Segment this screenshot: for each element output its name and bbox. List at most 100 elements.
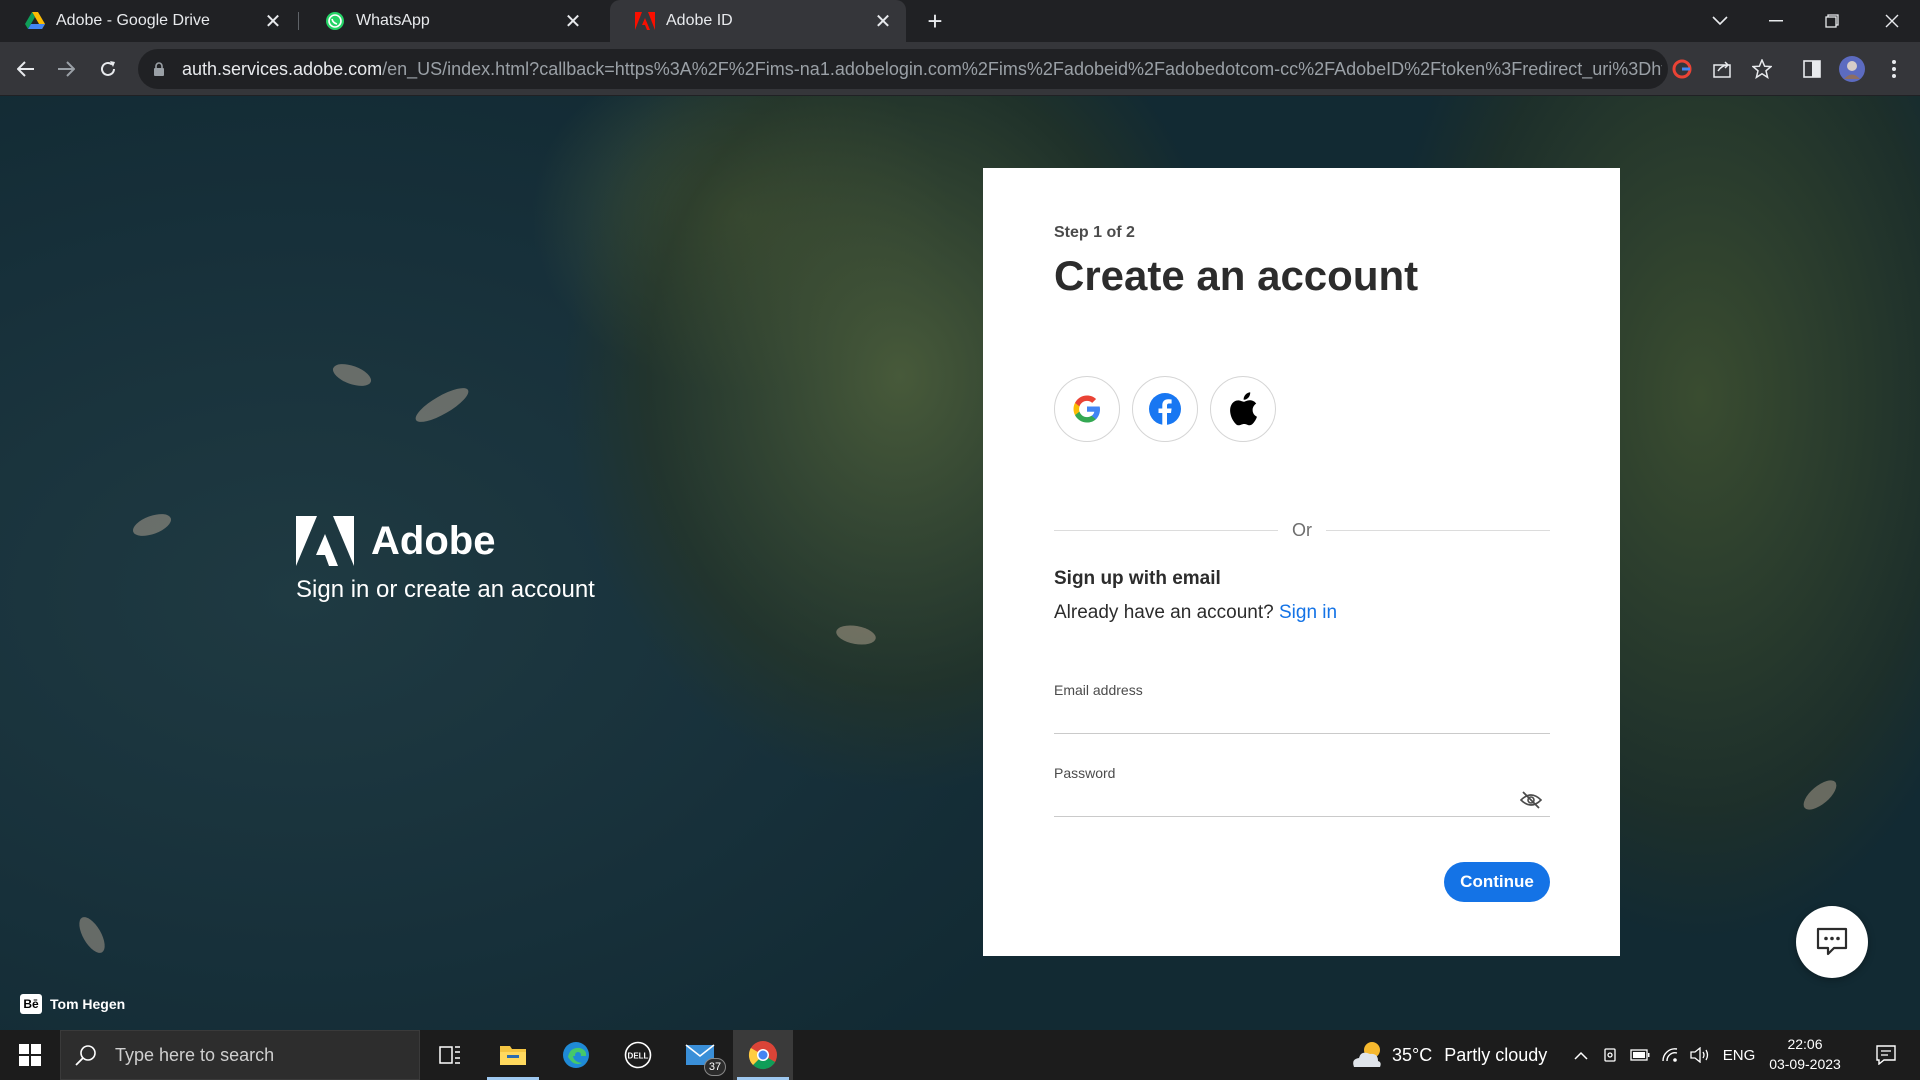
step-indicator: Step 1 of 2: [1054, 224, 1135, 241]
email-label: Email address: [1054, 682, 1143, 698]
minimize-button[interactable]: [1748, 0, 1804, 42]
clock-time: 22:06: [1787, 1036, 1823, 1052]
tab-search-icon[interactable]: [1692, 0, 1748, 42]
start-button[interactable]: [0, 1030, 60, 1080]
chrome-icon: [748, 1041, 777, 1070]
windows-taskbar: Type here to search DELL 37 35°C Partly …: [0, 1030, 1920, 1080]
brand-tagline: Sign in or create an account: [296, 576, 595, 603]
tab-whatsapp[interactable]: WhatsApp ✕: [300, 0, 596, 42]
facebook-icon: [1149, 393, 1181, 426]
close-icon[interactable]: ✕: [872, 10, 894, 33]
meet-now-button[interactable]: [1598, 1030, 1624, 1080]
page-title: Create an account: [1054, 252, 1419, 299]
profile-avatar[interactable]: [1836, 53, 1868, 85]
weather-temp: 35°C: [1392, 1044, 1433, 1065]
search-icon: [75, 1044, 103, 1066]
password-label: Password: [1054, 765, 1116, 781]
bookmark-star-icon[interactable]: [1746, 53, 1778, 85]
email-field[interactable]: [1054, 700, 1550, 734]
windows-icon: [19, 1044, 41, 1066]
continue-button[interactable]: Continue: [1444, 862, 1550, 902]
swimmer-image: [834, 622, 878, 648]
menu-kebab-icon[interactable]: [1878, 53, 1910, 85]
edge-icon: [563, 1042, 589, 1068]
close-icon[interactable]: ✕: [562, 10, 584, 33]
battery-icon: [1630, 1049, 1650, 1061]
forward-button[interactable]: [50, 53, 82, 85]
apple-signin-button[interactable]: [1210, 376, 1276, 442]
clock-date: 03-09-2023: [1769, 1056, 1841, 1072]
back-button[interactable]: [10, 53, 42, 85]
whatsapp-icon: [324, 10, 346, 32]
browser-toolbar: auth.services.adobe.com/en_US/index.html…: [0, 42, 1920, 96]
have-account-label: Already have an account?: [1054, 602, 1274, 623]
adobe-brand: Adobe Sign in or create an account: [296, 516, 696, 604]
taskbar-search[interactable]: Type here to search: [60, 1030, 420, 1080]
task-view-icon: [439, 1046, 460, 1064]
side-panel-icon[interactable]: [1796, 53, 1828, 85]
device-icon: [1604, 1048, 1616, 1062]
notification-icon: [1876, 1045, 1896, 1065]
eye-off-icon[interactable]: [1519, 788, 1543, 812]
signin-link[interactable]: Sign in: [1279, 602, 1337, 623]
volume-button[interactable]: [1686, 1030, 1714, 1080]
reload-button[interactable]: [92, 53, 124, 85]
wifi-icon: [1662, 1048, 1678, 1062]
lock-icon[interactable]: [150, 61, 168, 77]
swimmer-image: [330, 359, 374, 391]
show-hidden-icons-button[interactable]: [1568, 1030, 1594, 1080]
url-path: /en_US/index.html?callback=https%3A%2F%2…: [382, 58, 1662, 79]
photo-credit[interactable]: Bē Tom Hegen: [20, 994, 125, 1014]
or-divider: Or: [1054, 518, 1550, 542]
share-icon[interactable]: [1706, 53, 1738, 85]
signup-email-title: Sign up with email: [1054, 568, 1221, 589]
edge-button[interactable]: [546, 1030, 606, 1080]
mail-button[interactable]: 37: [670, 1030, 730, 1080]
tab-title: WhatsApp: [356, 12, 430, 29]
google-lens-icon[interactable]: [1666, 53, 1698, 85]
google-drive-icon: [24, 10, 46, 32]
address-bar[interactable]: auth.services.adobe.com/en_US/index.html…: [138, 49, 1668, 89]
restore-button[interactable]: [1804, 0, 1860, 42]
chat-help-button[interactable]: [1796, 906, 1868, 978]
credit-name: Tom Hegen: [50, 996, 126, 1012]
tab-strip: Adobe - Google Drive ✕ WhatsApp ✕ Adobe …: [0, 0, 1920, 42]
tab-title: Adobe ID: [666, 12, 733, 29]
signup-card: Step 1 of 2 Create an account Or Sign up…: [983, 168, 1620, 956]
tab-adobe-id[interactable]: Adobe ID ✕: [610, 0, 906, 42]
password-field[interactable]: [1054, 783, 1550, 817]
google-signin-button[interactable]: [1054, 376, 1120, 442]
chrome-button[interactable]: [733, 1030, 793, 1080]
tab-google-drive[interactable]: Adobe - Google Drive ✕: [0, 0, 296, 42]
language-indicator[interactable]: ENG: [1718, 1030, 1760, 1080]
close-window-button[interactable]: [1864, 0, 1920, 42]
dell-icon: DELL: [624, 1041, 652, 1069]
swimmer-image: [411, 382, 473, 428]
notification-center-button[interactable]: [1862, 1030, 1910, 1080]
battery-button[interactable]: [1626, 1030, 1654, 1080]
wifi-button[interactable]: [1656, 1030, 1684, 1080]
page-background: Adobe Sign in or create an account Step …: [0, 96, 1920, 1030]
partly-cloudy-icon: [1353, 1042, 1381, 1067]
search-placeholder: Type here to search: [115, 1044, 275, 1065]
file-explorer-button[interactable]: [483, 1030, 543, 1080]
divider-line: [1054, 529, 1278, 531]
new-tab-button[interactable]: +: [920, 6, 950, 36]
tab-title: Adobe - Google Drive: [56, 12, 210, 29]
dell-button[interactable]: DELL: [608, 1030, 668, 1080]
weather-widget[interactable]: 35°C Partly cloudy: [1350, 1030, 1547, 1080]
facebook-signin-button[interactable]: [1132, 376, 1198, 442]
have-account-text: Already have an account? Sign in: [1054, 602, 1337, 624]
adobe-logo-icon: [296, 516, 354, 566]
apple-icon: [1230, 392, 1257, 426]
svg-text:DELL: DELL: [628, 1052, 649, 1061]
swimmer-image: [1798, 775, 1842, 815]
url-host: auth.services.adobe.com: [182, 58, 383, 79]
task-view-button[interactable]: [420, 1030, 480, 1080]
close-icon[interactable]: ✕: [262, 10, 284, 33]
brand-name: Adobe: [371, 518, 496, 563]
taskbar-clock[interactable]: 22:06 03-09-2023: [1762, 1034, 1848, 1074]
url-text: auth.services.adobe.com/en_US/index.html…: [182, 59, 1662, 80]
google-icon: [1073, 395, 1100, 423]
chat-icon: [1816, 927, 1848, 956]
